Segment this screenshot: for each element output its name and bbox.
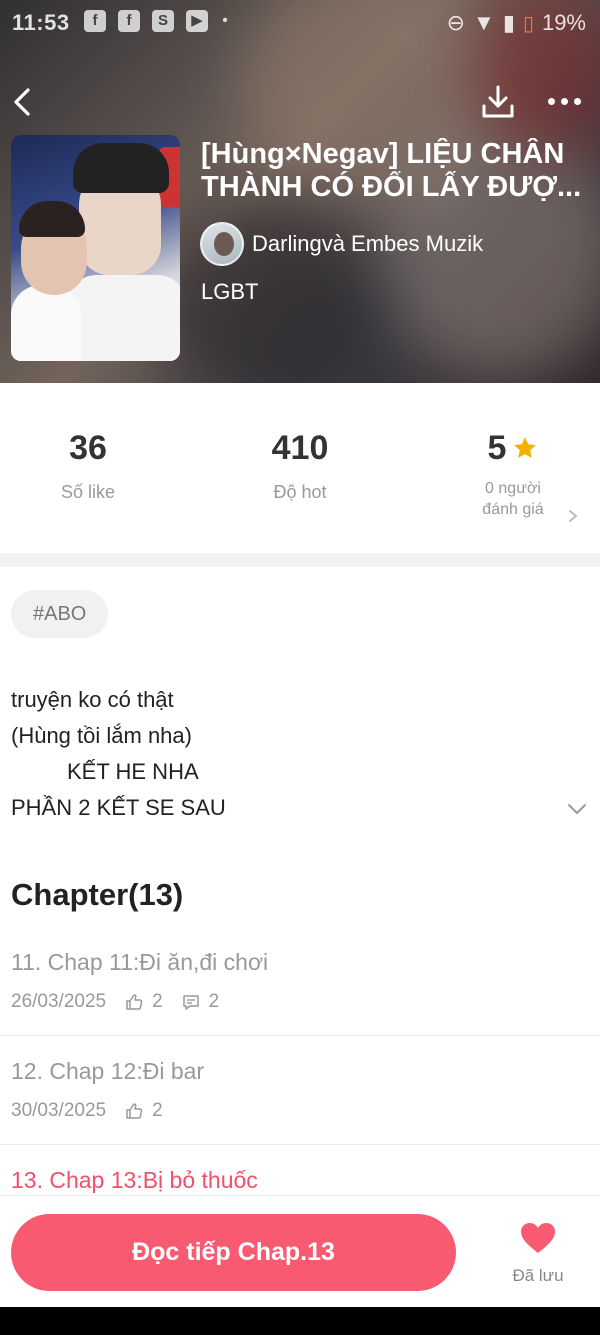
rating-label-line2: đánh giá — [482, 501, 544, 518]
stat-rating[interactable]: 5 0 người đánh giá — [458, 428, 568, 520]
hot-label: Độ hot — [273, 482, 327, 502]
story-cover-image — [11, 135, 180, 361]
section-divider — [0, 553, 600, 567]
back-icon[interactable] — [8, 84, 38, 120]
rating-label: 0 người đánh giá — [458, 478, 568, 520]
story-title: [Hùng×Negav] LIỆU CHÂN THÀNH CÓ ĐỔI LẤY … — [201, 138, 591, 204]
chapter-date: 30/03/2025 — [11, 1100, 107, 1121]
facebook-icon: f — [118, 10, 140, 32]
author-row[interactable]: Darlingvà Embes Muzik — [200, 222, 483, 266]
story-genre[interactable]: LGBT — [201, 279, 258, 305]
system-icons: ⊖ ▼ ▮ ▯ 19% — [447, 10, 586, 36]
description-line: (Hùng tồi lắm nha) — [11, 723, 192, 748]
chevron-down-icon[interactable] — [566, 798, 588, 820]
star-icon — [514, 437, 537, 458]
chapters-heading: Chapter(13) — [11, 877, 184, 912]
saved-button[interactable]: Đã lưu — [500, 1222, 576, 1286]
continue-reading-button[interactable]: Đọc tiếp Chap.13 — [11, 1214, 456, 1291]
cover-detail — [73, 143, 169, 193]
stat-hot: 410 Độ hot — [240, 428, 360, 503]
notification-icons: f f S ▶ • — [84, 10, 230, 32]
cover-detail — [19, 201, 85, 237]
heart-icon — [521, 1223, 555, 1253]
cover-detail — [11, 285, 81, 361]
download-icon[interactable] — [480, 84, 516, 120]
facebook-icon: f — [84, 10, 106, 32]
bottom-action-bar: Đọc tiếp Chap.13 Đã lưu — [0, 1195, 600, 1307]
wifi-icon: ▼ — [473, 10, 495, 35]
chapter-date: 26/03/2025 — [11, 991, 107, 1012]
chevron-right-icon[interactable] — [566, 506, 580, 526]
battery-percent: 19% — [541, 10, 586, 35]
likes-count: 36 — [69, 429, 107, 467]
description-line: KẾT HE NHA — [67, 759, 199, 784]
rating-value: 5 — [487, 429, 507, 467]
stat-likes: 36 Số like — [28, 428, 148, 503]
chapter-meta: 30/03/2025 2 — [11, 1100, 163, 1122]
chapter-title[interactable]: 13. Chap 13:Bị bỏ thuốc — [11, 1167, 258, 1194]
story-header: 11:53 f f S ▶ • ⊖ ▼ ▮ ▯ 19% [Hùng×Negav]… — [0, 0, 600, 383]
cover-detail — [67, 275, 180, 361]
chapter-comments: 2 — [208, 991, 220, 1012]
author-name[interactable]: Darlingvà Embes Muzik — [252, 231, 483, 257]
signal-icon: ▮ — [502, 10, 515, 35]
chapter-divider — [0, 1035, 600, 1036]
dot-icon: • — [222, 12, 228, 29]
author-avatar[interactable] — [200, 222, 244, 266]
story-description: truyện ko có thật (Hùng tồi lắm nha) KẾT… — [11, 682, 551, 826]
story-title-line2: THÀNH CÓ ĐỔI LẤY ĐƯỢ... — [201, 171, 582, 203]
description-line: PHẦN 2 KẾT SE SAU — [11, 795, 226, 820]
shopee-icon: S — [152, 10, 174, 32]
dnd-icon: ⊖ — [446, 10, 466, 35]
status-time: 11:53 — [12, 10, 70, 35]
battery-icon: ▯ — [522, 12, 534, 35]
story-title-line1: [Hùng×Negav] LIỆU CHÂN — [201, 138, 565, 170]
chapter-title[interactable]: 11. Chap 11:Đi ăn,đi chơi — [11, 949, 268, 976]
chapter-divider — [0, 1144, 600, 1145]
chapter-likes: 2 — [152, 1100, 163, 1121]
saved-label: Đã lưu — [512, 1266, 564, 1285]
like-icon — [126, 1103, 143, 1119]
chapter-meta: 26/03/2025 2 2 — [11, 991, 219, 1013]
description-line: truyện ko có thật — [11, 687, 174, 712]
chapter-title[interactable]: 12. Chap 12:Đi bar — [11, 1058, 204, 1085]
play-icon: ▶ — [186, 10, 208, 32]
status-bar: 11:53 f f S ▶ • ⊖ ▼ ▮ ▯ 19% — [0, 0, 600, 46]
like-icon — [126, 994, 143, 1010]
comment-icon — [182, 995, 199, 1010]
tag-chip[interactable]: #ABO — [11, 590, 109, 638]
more-options-icon[interactable] — [548, 94, 588, 108]
chapter-likes: 2 — [152, 991, 163, 1012]
story-stats: 36 Số like 410 Độ hot 5 0 người đánh giá — [0, 428, 600, 538]
system-navigation-bar — [0, 1307, 600, 1335]
hot-count: 410 — [271, 429, 329, 467]
rating-label-line1: 0 người — [485, 480, 541, 497]
likes-label: Số like — [60, 482, 116, 502]
